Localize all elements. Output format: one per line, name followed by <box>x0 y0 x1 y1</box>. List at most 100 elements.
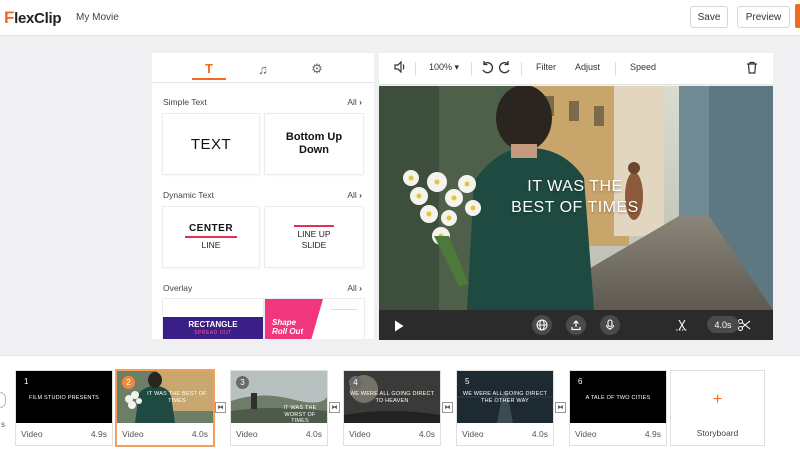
all-link-simple-text[interactable]: All › <box>347 97 362 107</box>
record-voice-button[interactable] <box>600 315 620 335</box>
play-icon <box>395 320 404 332</box>
caption-line-1: IT WAS THE <box>527 178 623 195</box>
speed-button[interactable]: Speed <box>630 62 656 72</box>
text-card-line-up-slide[interactable]: LINE UP SLIDE <box>265 207 363 267</box>
clip-thumbnail: 3 IT WAS THE WORST OF TIMES <box>231 371 327 423</box>
divider <box>615 62 616 76</box>
section-title-overlay: Overlay <box>163 283 193 293</box>
card-label-line1: RECTANGLE <box>188 320 238 329</box>
divider <box>471 62 472 76</box>
thumbnail-text: FILM STUDIO PRESENTS <box>28 395 99 401</box>
split-button[interactable] <box>737 318 751 337</box>
red-divider <box>294 225 334 227</box>
section-title-dynamic-text: Dynamic Text <box>163 190 214 200</box>
storyboard-button[interactable]: + Storyboard <box>671 371 764 445</box>
zoom-dropdown[interactable]: 100% ▾ <box>429 62 459 73</box>
overlay-card-shape[interactable]: Shape Roll Out <box>265 299 364 339</box>
tab-music[interactable]: ♫ <box>246 58 280 80</box>
clip-thumbnail: 1 FILM STUDIO PRESENTS <box>16 371 112 423</box>
clip-thumbnail: 2 IT WAS THE BEST OF TIMES <box>117 371 213 423</box>
play-button[interactable] <box>394 319 404 337</box>
card-label-line2: SPREAD OUT <box>194 330 232 336</box>
adjust-button[interactable]: Adjust <box>575 62 600 72</box>
app-header: FlexClip My Movie Save Preview <box>0 0 800 36</box>
card-label-line1: CENTER <box>188 223 234 234</box>
video-caption[interactable]: IT WAS THE BEST OF TIMES <box>490 176 660 218</box>
clip-duration: 4.9s <box>90 429 107 439</box>
storyboard-label: Storyboard <box>696 428 739 438</box>
trim-icon <box>676 319 688 331</box>
timeline-clip-1[interactable]: 1 FILM STUDIO PRESENTS Video 4.9s <box>16 371 112 445</box>
text-panel: T ♫ ⚙ Simple Text All › TEXT Bottom Up D… <box>152 53 374 339</box>
flexclip-logo[interactable]: FlexClip <box>4 8 61 28</box>
caret-down-icon: ▾ <box>454 62 460 72</box>
all-link-dynamic-text[interactable]: All › <box>347 190 362 200</box>
filter-button[interactable]: Filter <box>536 62 556 72</box>
music-icon: ♫ <box>258 61 268 77</box>
chevron-right-icon: › <box>359 190 362 200</box>
clip-type-label: Video <box>462 429 484 439</box>
trim-button[interactable] <box>675 318 689 337</box>
divider <box>415 62 416 76</box>
overlay-card-rectangle[interactable]: RECTANGLE SPREAD OUT <box>163 299 263 339</box>
card-label-line2: LINE <box>201 240 221 250</box>
transition-button[interactable]: ⧓ <box>555 402 566 413</box>
transition-button[interactable]: ⧓ <box>442 402 453 413</box>
project-name[interactable]: My Movie <box>76 12 119 23</box>
clip-type-label: Video <box>349 429 371 439</box>
transition-button[interactable]: ⧓ <box>329 402 340 413</box>
clip-number: 5 <box>465 377 470 386</box>
card-label: TEXT <box>190 135 232 153</box>
thumbnail-text: WE WERE ALL GOING DIRECT TO HEAVEN <box>349 391 435 404</box>
editor-toolbar: 100% ▾ Filter Adjust Speed <box>379 53 773 85</box>
timeline-clip-6[interactable]: 6 A TALE OF TWO CITIES Video 4.9s <box>570 371 666 445</box>
card-label-line1: Bottom Up <box>285 131 343 143</box>
red-divider <box>185 236 237 238</box>
upload-button[interactable] <box>566 315 586 335</box>
tab-settings[interactable]: ⚙ <box>300 58 334 80</box>
transition-button[interactable]: ⧓ <box>215 402 226 413</box>
clip-type-label: Video <box>21 429 43 439</box>
chevron-right-icon: › <box>359 97 362 107</box>
clip-type-label: Video <box>122 429 144 439</box>
tab-text[interactable]: T <box>192 58 226 80</box>
all-link-overlay[interactable]: All › <box>347 283 362 293</box>
scissors-icon <box>737 318 751 332</box>
save-button[interactable]: Save <box>690 6 728 28</box>
clip-thumbnail: 4 WE WERE ALL GOING DIRECT TO HEAVEN <box>344 371 440 423</box>
clip-type-label: Video <box>575 429 597 439</box>
clip-duration-pill[interactable]: 4.0s <box>707 316 739 333</box>
delete-button[interactable] <box>746 61 758 76</box>
globe-icon <box>536 319 548 331</box>
undo-icon <box>482 61 493 74</box>
thumbnail-text: IT WAS THE BEST OF TIMES <box>147 391 207 404</box>
clip-thumbnail: 6 A TALE OF TWO CITIES <box>570 371 666 423</box>
timeline-clip-2[interactable]: 2 IT WAS THE BEST OF TIMES Video 4.0s <box>117 371 213 445</box>
card-label-line2: Down <box>299 144 329 156</box>
thumbnail-text: A TALE OF TWO CITIES <box>585 395 651 401</box>
text-icon: T <box>205 60 213 76</box>
section-title-simple-text: Simple Text <box>163 97 207 107</box>
clip-duration: 4.0s <box>191 429 208 439</box>
text-card-bottom-up-down[interactable]: Bottom Up Down <box>265 114 363 174</box>
clip-number: 3 <box>236 376 249 389</box>
undo-button[interactable] <box>480 60 494 76</box>
clip-duration: 4.9s <box>644 429 661 439</box>
volume-icon <box>394 60 405 74</box>
card-label-line1: LINE UP <box>297 229 331 239</box>
microphone-icon <box>605 319 615 330</box>
timeline-clip-4[interactable]: 4 WE WERE ALL GOING DIRECT TO HEAVEN Vid… <box>344 371 440 445</box>
timeline-clip-5[interactable]: 5 WE WERE ALL GOING DIRECT THE OTHER WAY… <box>457 371 553 445</box>
text-card-center-line[interactable]: CENTER LINE <box>163 207 259 267</box>
card-label-line2: SLIDE <box>301 240 327 250</box>
language-button[interactable] <box>532 315 552 335</box>
export-button[interactable] <box>795 4 800 28</box>
timeline-clip-3[interactable]: 3 IT WAS THE WORST OF TIMES Video 4.0s <box>231 371 327 445</box>
left-edge-label: s <box>1 420 5 429</box>
plus-icon: + <box>712 391 723 408</box>
preview-button[interactable]: Preview <box>737 6 790 28</box>
text-card-text[interactable]: TEXT <box>163 114 259 174</box>
volume-icon-button[interactable] <box>393 60 407 76</box>
clip-type-label: Video <box>236 429 258 439</box>
redo-button[interactable] <box>498 60 512 76</box>
